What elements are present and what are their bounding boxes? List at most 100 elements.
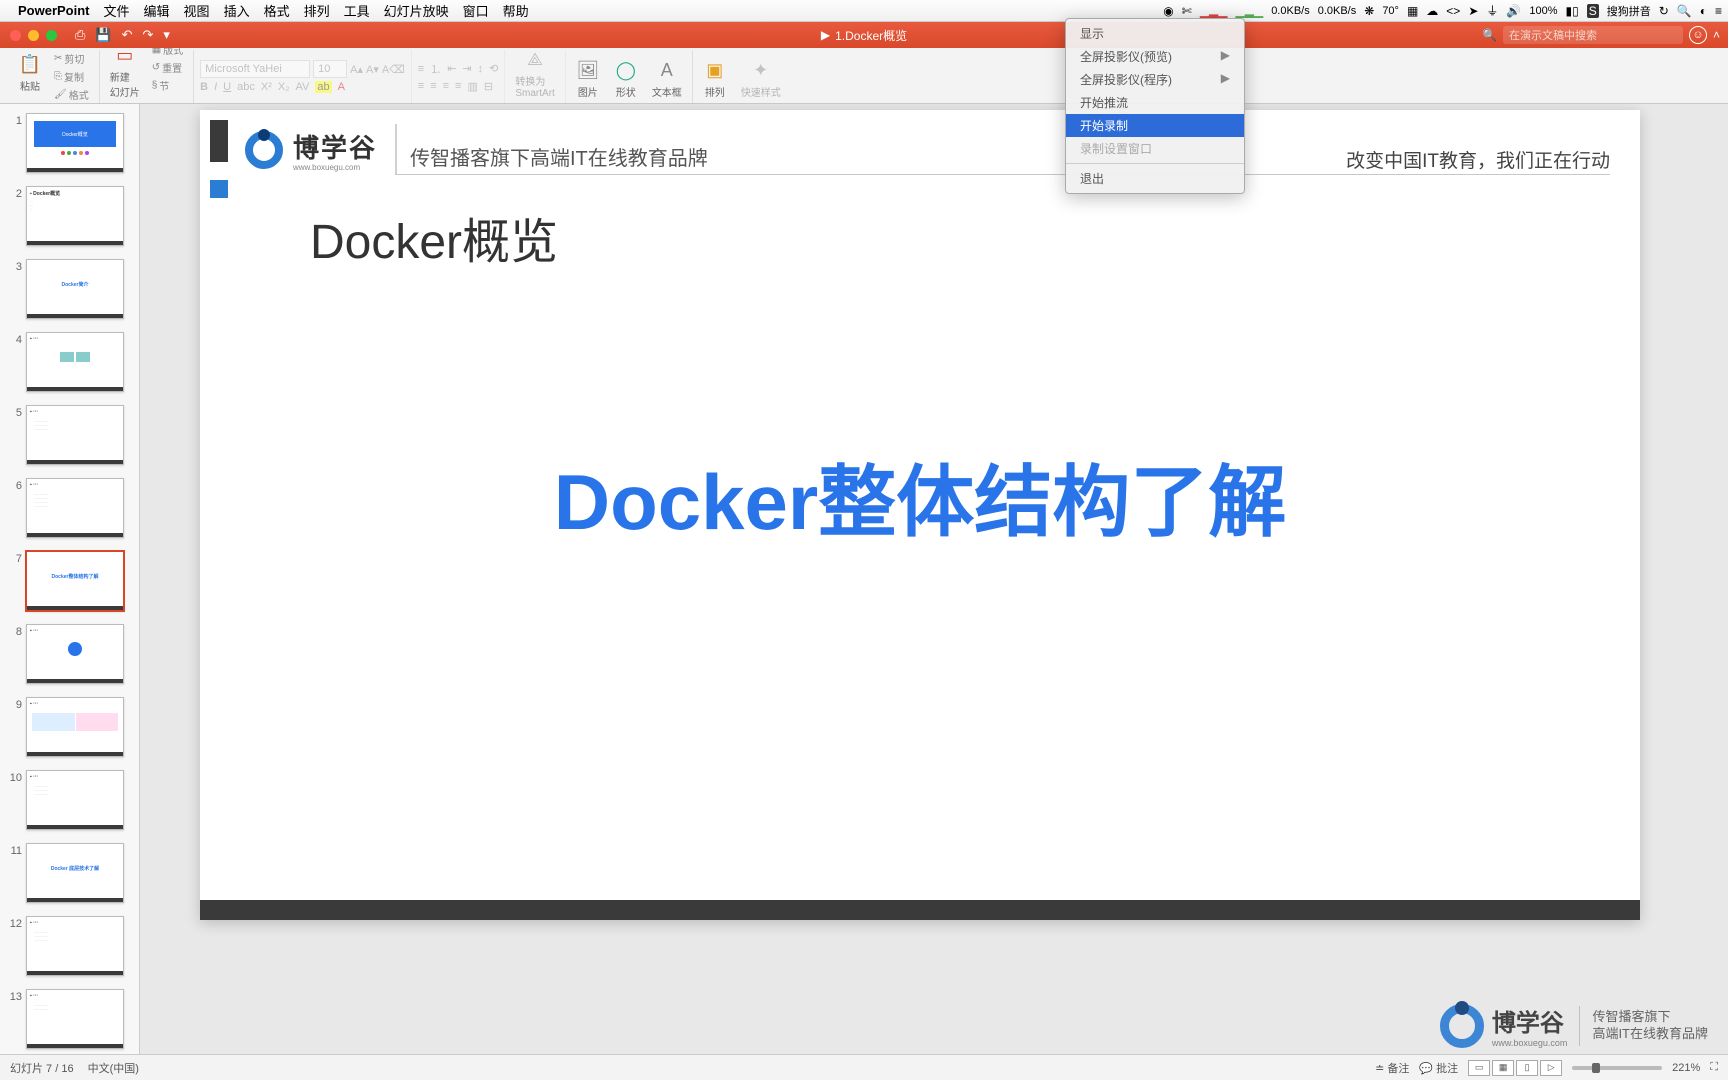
control-icon[interactable]: ◐ bbox=[1700, 4, 1707, 18]
slide-thumbnail[interactable]: ▪ ··· bbox=[26, 697, 124, 757]
highlight-button[interactable]: ab bbox=[315, 81, 331, 93]
textbox-button[interactable]: A文本框 bbox=[648, 56, 686, 103]
quickstyle-button[interactable]: ✦快速样式 bbox=[737, 56, 785, 103]
increase-font-icon[interactable]: A▴ bbox=[350, 63, 363, 76]
dd-show[interactable]: 显示 bbox=[1066, 22, 1244, 45]
slide-thumbnail[interactable]: ▪ ··· bbox=[26, 624, 124, 684]
thumb-row[interactable]: 13▪ ······························· bbox=[0, 986, 139, 1054]
thumb-row[interactable]: 5▪ ·····································… bbox=[0, 402, 139, 475]
minimize-button[interactable] bbox=[28, 30, 39, 41]
zoom-knob[interactable] bbox=[1592, 1063, 1600, 1073]
arrange-button[interactable]: ▣排列 bbox=[699, 56, 731, 103]
slide-thumbnail[interactable]: Docker 底层技术了解 bbox=[26, 843, 124, 903]
refresh-icon[interactable]: ↻ bbox=[1659, 4, 1669, 18]
slide-thumbnail[interactable]: ▪ ······························· bbox=[26, 989, 124, 1049]
dd-record-settings[interactable]: 录制设置窗口 bbox=[1066, 137, 1244, 160]
bullets-icon[interactable]: ≡ bbox=[418, 63, 424, 75]
cut-button[interactable]: ✂剪切 bbox=[50, 50, 93, 67]
close-button[interactable] bbox=[10, 30, 21, 41]
zoom-slider[interactable] bbox=[1572, 1066, 1662, 1070]
decrease-font-icon[interactable]: A▾ bbox=[366, 63, 379, 76]
menu-edit[interactable]: 编辑 bbox=[144, 1, 170, 20]
notes-button[interactable]: ≐ 备注 bbox=[1375, 1060, 1409, 1076]
dd-start-record[interactable]: 开始录制 bbox=[1066, 114, 1244, 137]
slide-thumbnail[interactable]: ▪ Docker概览········· bbox=[26, 186, 124, 246]
fit-window-button[interactable]: ⛶ bbox=[1710, 1061, 1718, 1074]
qat-undo-icon[interactable]: ↶ bbox=[122, 27, 133, 43]
code-icon[interactable]: <> bbox=[1446, 4, 1460, 18]
font-color-button[interactable]: A bbox=[338, 81, 345, 93]
justify-icon[interactable]: ≡ bbox=[455, 80, 461, 92]
slide-thumbnail[interactable]: ▪ ······································… bbox=[26, 478, 124, 538]
slide-thumbnail[interactable]: ▪ ··· bbox=[26, 332, 124, 392]
font-size-select[interactable]: 10 bbox=[313, 60, 347, 78]
volume-icon[interactable]: 🔊 bbox=[1506, 4, 1521, 18]
paste-button[interactable]: 📋 粘贴 bbox=[14, 50, 46, 97]
comments-button[interactable]: 💬 批注 bbox=[1419, 1060, 1458, 1076]
align-center-icon[interactable]: ≡ bbox=[430, 80, 436, 92]
dd-quit[interactable]: 退出 bbox=[1066, 167, 1244, 190]
columns-icon[interactable]: ▥ bbox=[467, 80, 477, 93]
thumb-row[interactable]: 10▪ ····································… bbox=[0, 767, 139, 840]
copy-button[interactable]: ⎘复制 bbox=[50, 68, 93, 85]
superscript-button[interactable]: X² bbox=[261, 81, 272, 93]
new-slide-button[interactable]: ▭ 新建 幻灯片 bbox=[106, 41, 144, 103]
numbering-icon[interactable]: ⒈ bbox=[430, 61, 441, 77]
thumb-row[interactable]: 7Docker整体结构了解 bbox=[0, 548, 139, 621]
thumb-row[interactable]: 8▪ ··· bbox=[0, 621, 139, 694]
reset-button[interactable]: ↺重置 bbox=[148, 59, 187, 76]
obs-icon[interactable]: ◉ bbox=[1163, 4, 1173, 18]
slide-thumbnail[interactable]: ▪ ······································… bbox=[26, 405, 124, 465]
slide-thumbnails-panel[interactable]: 1Docker概览2▪ Docker概览·········3Docker简介4▪… bbox=[0, 104, 140, 1054]
slideshow-view-button[interactable]: ▷ bbox=[1540, 1060, 1562, 1076]
menu-view[interactable]: 视图 bbox=[184, 1, 210, 20]
search-input[interactable]: 在演示文稿中搜索 bbox=[1503, 26, 1683, 44]
graph2-icon[interactable]: ▁▂▁ bbox=[1236, 4, 1264, 18]
section-button[interactable]: §节 bbox=[148, 77, 187, 94]
format-painter-button[interactable]: 🖌格式 bbox=[50, 86, 93, 103]
ime-s-icon[interactable]: S bbox=[1587, 4, 1599, 18]
thumb-row[interactable]: 12▪ ····································… bbox=[0, 913, 139, 986]
char-spacing-button[interactable]: AV bbox=[295, 81, 309, 93]
ribbon-toggle-icon[interactable]: ˄ bbox=[1713, 28, 1720, 42]
underline-button[interactable]: U bbox=[223, 81, 231, 93]
grid-icon[interactable]: ▦ bbox=[1407, 4, 1418, 18]
thumb-row[interactable]: 6▪ ·····································… bbox=[0, 475, 139, 548]
thumb-row[interactable]: 1Docker概览 bbox=[0, 110, 139, 183]
strike-button[interactable]: abc bbox=[237, 81, 255, 93]
line-spacing-icon[interactable]: ↕ bbox=[478, 63, 484, 75]
font-name-select[interactable]: Microsoft YaHei bbox=[200, 60, 310, 78]
dd-fullscreen-preview[interactable]: 全屏投影仪(预览)▶ bbox=[1066, 45, 1244, 68]
menu-format[interactable]: 格式 bbox=[264, 1, 290, 20]
graph-icon[interactable]: ▁▂▁ bbox=[1200, 4, 1228, 18]
location-icon[interactable]: ➤ bbox=[1468, 4, 1478, 18]
picture-button[interactable]: 🖼图片 bbox=[572, 56, 604, 103]
thumb-row[interactable]: 3Docker简介 bbox=[0, 256, 139, 329]
italic-button[interactable]: I bbox=[214, 81, 217, 93]
fan-icon[interactable]: ❋ bbox=[1364, 4, 1374, 18]
app-name[interactable]: PowerPoint bbox=[18, 3, 90, 18]
menu-help[interactable]: 帮助 bbox=[503, 1, 529, 20]
menu-window[interactable]: 窗口 bbox=[463, 1, 489, 20]
qat-home-icon[interactable]: ⎙ bbox=[75, 27, 85, 43]
shapes-button[interactable]: ◯形状 bbox=[610, 56, 642, 103]
spotlight-icon[interactable]: 🔍 bbox=[1677, 4, 1692, 18]
indent-left-icon[interactable]: ⇤ bbox=[447, 62, 456, 75]
menu-tools[interactable]: 工具 bbox=[344, 1, 370, 20]
feedback-button[interactable]: ☺ bbox=[1689, 26, 1707, 44]
language-indicator[interactable]: 中文(中国) bbox=[88, 1060, 139, 1076]
sorter-view-button[interactable]: ▦ bbox=[1492, 1060, 1514, 1076]
thumb-row[interactable]: 11Docker 底层技术了解 bbox=[0, 840, 139, 913]
thumb-row[interactable]: 2▪ Docker概览········· bbox=[0, 183, 139, 256]
maximize-button[interactable] bbox=[46, 30, 57, 41]
qat-custom-icon[interactable]: ▾ bbox=[163, 27, 170, 43]
align-v-icon[interactable]: ⊟ bbox=[484, 80, 493, 93]
subscript-button[interactable]: X₂ bbox=[278, 81, 290, 93]
slide-thumbnail[interactable]: ▪ ······································… bbox=[26, 770, 124, 830]
qat-redo-icon[interactable]: ↷ bbox=[143, 27, 154, 43]
thumb-row[interactable]: 4▪ ··· bbox=[0, 329, 139, 402]
menu-insert[interactable]: 插入 bbox=[224, 1, 250, 20]
menu-slideshow[interactable]: 幻灯片放映 bbox=[384, 1, 449, 20]
slide-thumbnail[interactable]: ▪ ······································… bbox=[26, 916, 124, 976]
zoom-percent[interactable]: 221% bbox=[1672, 1062, 1700, 1074]
